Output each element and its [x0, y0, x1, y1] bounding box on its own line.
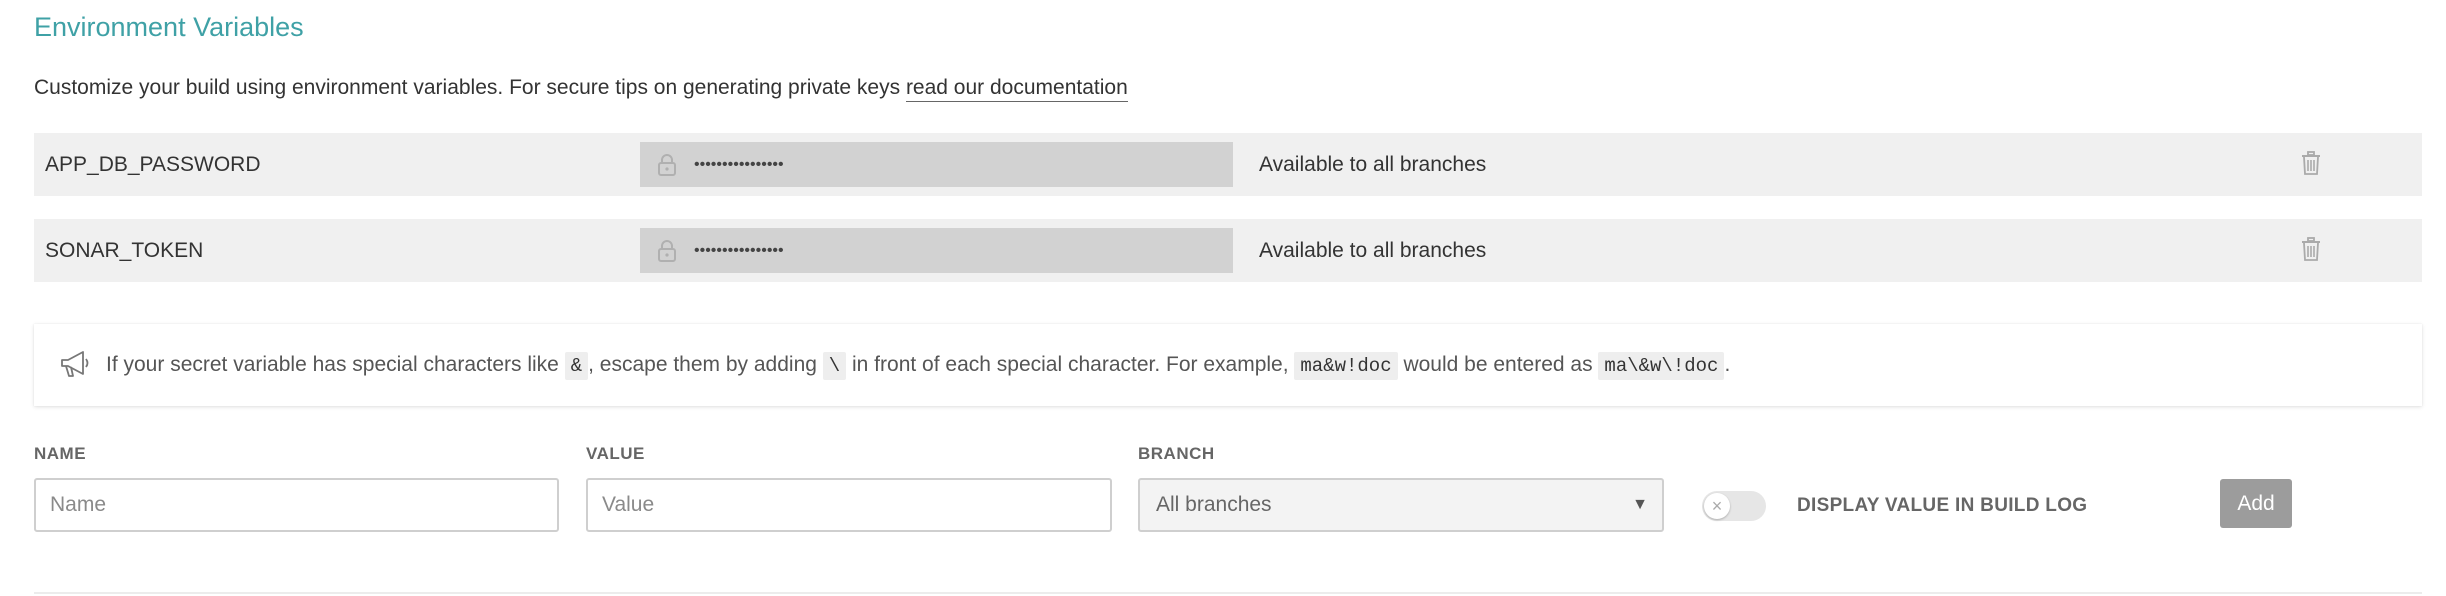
description-text: Customize your build using environment v… [34, 76, 906, 99]
section-title: Environment Variables [34, 12, 304, 42]
branch-select[interactable]: All branches ▼ [1138, 478, 1664, 532]
notice-text: , escape them by adding [588, 353, 823, 376]
notice-code: ma\&w\!doc [1598, 352, 1725, 380]
trash-icon[interactable] [2300, 150, 2322, 176]
value-label: VALUE [586, 444, 645, 463]
lock-icon [658, 154, 676, 176]
branch-label: BRANCH [1138, 444, 1215, 463]
section-description: Customize your build using environment v… [34, 76, 1128, 102]
megaphone-icon [61, 351, 89, 377]
notice-text: . [1724, 353, 1731, 376]
notice-code: & [564, 352, 589, 380]
notice-code: \ [822, 352, 847, 380]
notice-message: If your secret variable has special char… [106, 324, 1730, 407]
value-field [586, 478, 1112, 532]
add-button[interactable]: Add [2220, 479, 2292, 528]
toggle-knob: × [1704, 493, 1730, 519]
display-value-label: DISPLAY VALUE IN BUILD LOG [1797, 495, 2088, 516]
notice-code: ma&w!doc [1294, 352, 1398, 380]
env-var-masked-value: •••••••••••••••• [640, 228, 1233, 273]
x-icon: × [1711, 496, 1723, 516]
escape-notice: If your secret variable has special char… [34, 324, 2422, 406]
name-input[interactable] [36, 480, 557, 530]
notice-text: in front of each special character. For … [846, 353, 1295, 376]
value-input[interactable] [588, 480, 1110, 530]
env-var-row: SONAR_TOKEN •••••••••••••••• Available t… [34, 219, 2422, 282]
masked-dots: •••••••••••••••• [694, 242, 784, 259]
name-field [34, 478, 559, 532]
display-value-toggle[interactable]: × [1702, 491, 1766, 521]
bottom-divider [34, 592, 2422, 594]
lock-icon [658, 240, 676, 262]
env-var-name: SONAR_TOKEN [45, 239, 204, 262]
trash-icon[interactable] [2300, 236, 2322, 262]
env-var-row: APP_DB_PASSWORD •••••••••••••••• Availab… [34, 133, 2422, 196]
env-var-masked-value: •••••••••••••••• [640, 142, 1233, 187]
notice-text: would be entered as [1397, 353, 1599, 376]
env-var-name: APP_DB_PASSWORD [45, 153, 261, 176]
documentation-link[interactable]: read our documentation [905, 76, 1128, 102]
env-var-branch: Available to all branches [1259, 153, 1487, 176]
branch-selected-value: All branches [1156, 493, 1272, 516]
masked-dots: •••••••••••••••• [694, 156, 784, 173]
notice-text: If your secret variable has special char… [106, 353, 565, 376]
env-var-branch: Available to all branches [1259, 239, 1487, 262]
name-label: NAME [34, 444, 87, 463]
caret-down-icon: ▼ [1632, 496, 1648, 513]
